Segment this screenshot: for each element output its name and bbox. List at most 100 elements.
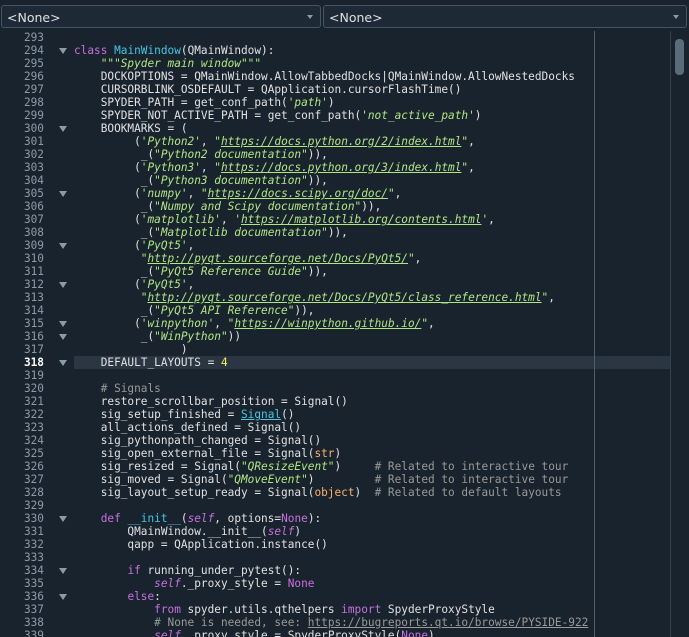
line-number: 296 <box>23 70 44 83</box>
code-line[interactable]: class MainWindow(QMainWindow): <box>74 44 274 57</box>
line-number: 301 <box>23 135 44 148</box>
line-number: 297 <box>23 83 44 96</box>
code-line[interactable]: sig_pythonpath_changed = Signal() <box>74 434 321 447</box>
code-line[interactable]: ('PyQt5', <box>74 239 194 252</box>
code-area[interactable]: class MainWindow(QMainWindow): """Spyder… <box>74 31 671 637</box>
line-number: 334 <box>23 564 44 577</box>
chevron-down-icon <box>307 15 313 19</box>
code-line[interactable]: _("PyQt5 API Reference")), <box>74 304 315 317</box>
code-line[interactable]: CURSORBLINK_OSDEFAULT = QApplication.cur… <box>74 83 462 96</box>
fold-arrow-icon[interactable] <box>59 321 67 327</box>
method-selector-value: <None> <box>329 10 383 25</box>
code-line[interactable]: _("Matplotlib documentation")), <box>74 226 348 239</box>
line-number: 307 <box>23 213 44 226</box>
code-line[interactable]: _("Python3 documentation")), <box>74 174 328 187</box>
code-line[interactable]: ('PyQt5', <box>74 278 194 291</box>
code-line[interactable]: _("PyQt5 Reference Guide")), <box>74 265 328 278</box>
line-number: 319 <box>23 369 44 382</box>
line-number: 329 <box>23 499 44 512</box>
line-number: 322 <box>23 408 44 421</box>
fold-arrow-icon[interactable] <box>59 191 67 197</box>
code-editor[interactable]: 293 294 295 296 297 298 299 300 301 302 303 304 305 3… <box>0 31 689 637</box>
line-number: 336 <box>23 590 44 603</box>
fold-arrow-icon[interactable] <box>59 243 67 249</box>
code-line[interactable]: _("Numpy and Scipy documentation")), <box>74 200 381 213</box>
line-number: 332 <box>23 538 44 551</box>
code-line[interactable]: sig_open_external_file = Signal(str) <box>74 447 341 460</box>
line-number: 339 <box>23 629 44 637</box>
line-number: 328 <box>23 486 44 499</box>
code-line[interactable]: self._proxy_style = SpyderProxyStyle(Non… <box>74 629 435 637</box>
fold-arrow-icon[interactable] <box>59 126 67 132</box>
code-line[interactable]: # Signals <box>74 382 161 395</box>
line-number: 308 <box>23 226 44 239</box>
outline-toolbar: <None> <None> <box>0 0 689 32</box>
code-line[interactable]: sig_resized = Signal("QResizeEvent") # R… <box>74 460 569 473</box>
code-line[interactable]: restore_scrollbar_position = Signal() <box>74 395 348 408</box>
code-line[interactable]: "http://pyqt.sourceforge.net/Docs/PyQt5/… <box>74 252 422 265</box>
code-line[interactable]: _("Python2 documentation")), <box>74 148 328 161</box>
line-number: 324 <box>23 434 44 447</box>
code-line[interactable]: sig_layout_setup_ready = Signal(object) … <box>74 486 562 499</box>
line-number: 311 <box>23 265 44 278</box>
code-line[interactable]: SPYDER_NOT_ACTIVE_PATH = get_conf_path('… <box>74 109 482 122</box>
line-number: 293 <box>23 31 44 44</box>
code-line[interactable]: ('numpy', "https://docs.scipy.org/doc/", <box>74 187 401 200</box>
code-line[interactable]: # None is needed, see: https://bugreport… <box>74 616 588 629</box>
class-selector-value: <None> <box>7 10 61 25</box>
code-line[interactable]: sig_setup_finished = Signal() <box>74 408 295 421</box>
fold-arrow-icon[interactable] <box>59 360 67 366</box>
code-line[interactable]: ('Python3', "https://docs.python.org/3/i… <box>74 161 475 174</box>
code-line[interactable]: "http://pyqt.sourceforge.net/Docs/PyQt5/… <box>74 291 555 304</box>
line-number: 304 <box>23 174 44 187</box>
line-number: 335 <box>23 577 44 590</box>
code-line[interactable]: all_actions_defined = Signal() <box>74 421 301 434</box>
line-number: 302 <box>23 148 44 161</box>
fold-arrow-icon[interactable] <box>59 568 67 574</box>
code-line[interactable]: QMainWindow.__init__(self) <box>74 525 301 538</box>
line-number: 294 <box>23 44 44 57</box>
class-selector[interactable]: <None> <box>1 5 321 28</box>
line-number: 299 <box>23 109 44 122</box>
line-number: 315 <box>23 317 44 330</box>
line-number: 333 <box>23 551 44 564</box>
line-number: 325 <box>23 447 44 460</box>
fold-arrow-icon[interactable] <box>59 334 67 340</box>
code-line[interactable]: sig_moved = Signal("QMoveEvent") # Relat… <box>74 473 569 486</box>
fold-arrow-icon[interactable] <box>59 282 67 288</box>
line-number: 318 <box>23 356 44 369</box>
line-number: 305 <box>23 187 44 200</box>
code-line[interactable]: ('matplotlib', 'https://matplotlib.org/c… <box>74 213 495 226</box>
fold-arrow-icon[interactable] <box>59 48 67 54</box>
fold-arrow-icon[interactable] <box>59 594 67 600</box>
line-number: 323 <box>23 421 44 434</box>
method-selector[interactable]: <None> <box>323 5 687 28</box>
line-number: 317 <box>23 343 44 356</box>
line-number: 312 <box>23 278 44 291</box>
line-number: 314 <box>23 304 44 317</box>
code-line[interactable]: """Spyder main window""" <box>74 57 261 70</box>
line-number: 303 <box>23 161 44 174</box>
code-line[interactable]: SPYDER_PATH = get_conf_path('path') <box>74 96 335 109</box>
scrollbar-thumb[interactable] <box>675 39 684 75</box>
code-line[interactable]: DEFAULT_LAYOUTS = 4 <box>74 356 228 369</box>
line-number: 330 <box>23 512 44 525</box>
code-line[interactable]: _("WinPython")) <box>74 330 241 343</box>
code-line[interactable]: if running_under_pytest(): <box>74 564 301 577</box>
vertical-scrollbar[interactable] <box>670 31 689 637</box>
fold-arrow-icon[interactable] <box>59 516 67 522</box>
line-number: 337 <box>23 603 44 616</box>
code-line[interactable]: def __init__(self, options=None): <box>74 512 321 525</box>
line-number: 295 <box>23 57 44 70</box>
code-line[interactable]: ('Python2', "https://docs.python.org/2/i… <box>74 135 475 148</box>
code-line[interactable]: from spyder.utils.qthelpers import Spyde… <box>74 603 495 616</box>
line-number: 316 <box>23 330 44 343</box>
code-line[interactable]: ('winpython', "https://winpython.github.… <box>74 317 435 330</box>
code-line[interactable]: else: <box>74 590 160 603</box>
code-line[interactable]: BOOKMARKS = ( <box>74 122 188 135</box>
code-line[interactable]: qapp = QApplication.instance() <box>74 538 327 551</box>
code-line[interactable]: DOCKOPTIONS = QMainWindow.AllowTabbedDoc… <box>74 70 575 83</box>
line-number: 327 <box>23 473 44 486</box>
code-line[interactable]: ) <box>74 343 188 356</box>
code-line[interactable]: self._proxy_style = None <box>74 577 314 590</box>
